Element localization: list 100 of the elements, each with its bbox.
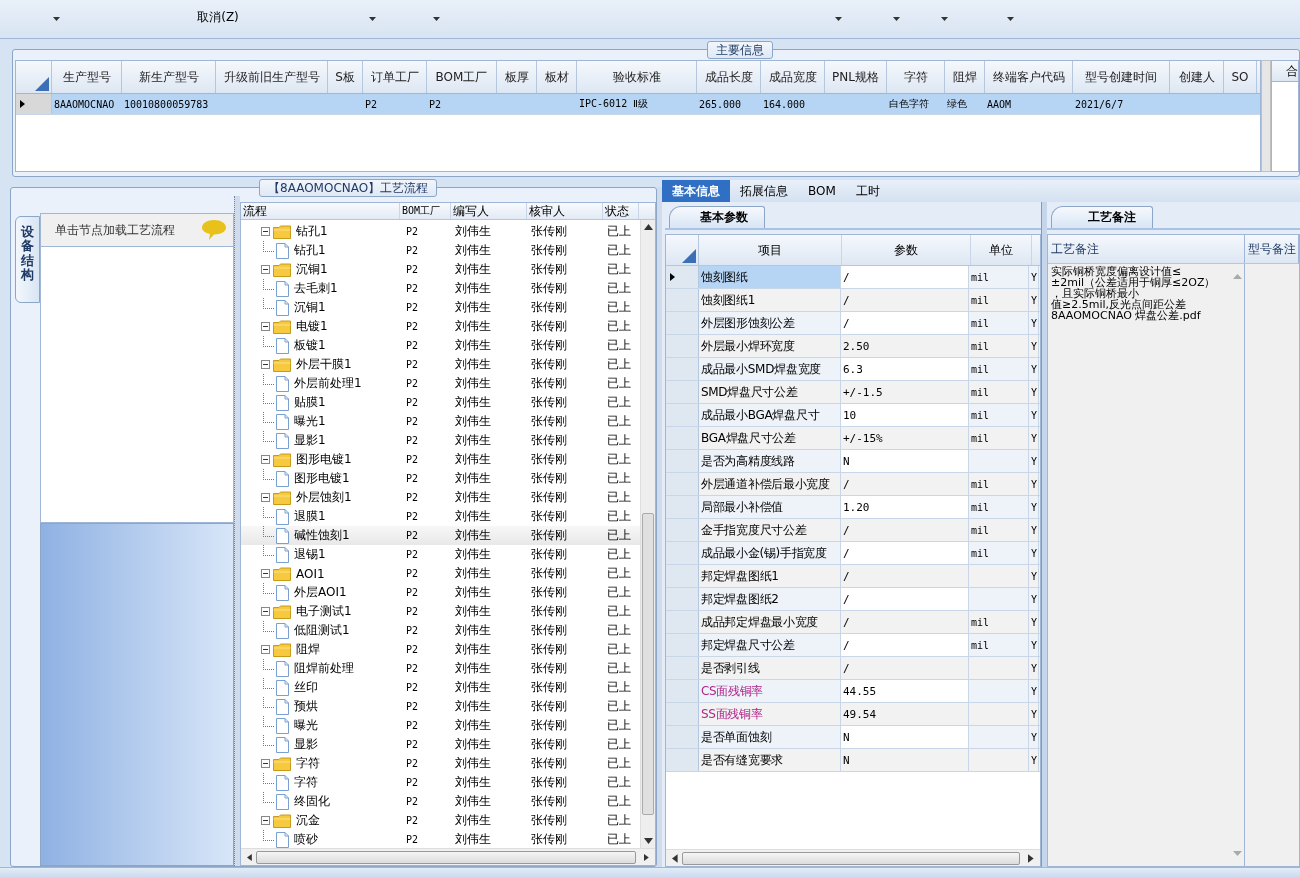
column-header[interactable]: 成品长度 bbox=[697, 61, 761, 93]
horizontal-scrollbar[interactable] bbox=[666, 849, 1040, 866]
tree-node-label[interactable]: 预烘 bbox=[294, 698, 318, 715]
tree-node-label[interactable]: 阻焊 bbox=[296, 641, 320, 658]
tree-node-label[interactable]: 钻孔1 bbox=[296, 223, 328, 240]
arrow-up-icon[interactable] bbox=[643, 224, 653, 230]
tree-node-label[interactable]: 外层干膜1 bbox=[296, 356, 352, 373]
arrow-down-icon[interactable] bbox=[643, 838, 653, 844]
tree-row[interactable]: 字符 P2 刘伟生 张传刚 已上 bbox=[241, 773, 640, 792]
column-header[interactable]: BOM工厂 bbox=[427, 61, 497, 93]
column-header[interactable]: 创建人 bbox=[1170, 61, 1224, 93]
tree-row[interactable]: 外层前处理1 P2 刘伟生 张传刚 已上 bbox=[241, 374, 640, 393]
column-header[interactable]: 型号备注 bbox=[1245, 235, 1299, 263]
tab[interactable]: 拓展信息 bbox=[730, 180, 798, 202]
column-header[interactable]: 升级前旧生产型号 bbox=[216, 61, 328, 93]
tree-node-label[interactable]: 字符 bbox=[296, 755, 320, 772]
column-header[interactable]: 流程 bbox=[241, 203, 400, 219]
row-header[interactable] bbox=[666, 266, 699, 288]
tree-node-label[interactable]: 丝印 bbox=[294, 679, 318, 696]
side-tab[interactable]: 设备结构 bbox=[15, 216, 40, 304]
tree-node-label[interactable]: 贴膜1 bbox=[294, 394, 326, 411]
column-header[interactable]: 阻焊 bbox=[945, 61, 985, 93]
tree-node-label[interactable]: 外层前处理1 bbox=[294, 375, 362, 392]
column-header[interactable]: PNL规格 bbox=[825, 61, 887, 93]
column-header[interactable]: 项目 bbox=[699, 235, 842, 265]
tree-node-label[interactable]: AOI1 bbox=[296, 566, 325, 581]
dropdown-caret-icon[interactable] bbox=[893, 17, 900, 21]
collapse-icon[interactable] bbox=[261, 759, 270, 768]
tree-row[interactable]: 外层蚀刻1 P2 刘伟生 张传刚 已上 bbox=[241, 488, 640, 507]
dropdown-caret-icon[interactable] bbox=[835, 17, 842, 21]
arrow-right-icon[interactable] bbox=[1028, 853, 1034, 863]
tree-node-label[interactable]: 外层AOI1 bbox=[294, 584, 347, 601]
tree-node-label[interactable]: 显影 bbox=[294, 736, 318, 753]
collapse-icon[interactable] bbox=[261, 322, 270, 331]
dropdown-caret-icon[interactable] bbox=[53, 17, 60, 21]
tree-row[interactable]: 显影1 P2 刘伟生 张传刚 已上 bbox=[241, 431, 640, 450]
tree-row[interactable]: 外层干膜1 P2 刘伟生 张传刚 已上 bbox=[241, 355, 640, 374]
tree-row[interactable]: 电镀1 P2 刘伟生 张传刚 已上 bbox=[241, 317, 640, 336]
tree-node-label[interactable]: 显影1 bbox=[294, 432, 326, 449]
arrow-right-icon[interactable] bbox=[644, 852, 649, 862]
tree-row[interactable]: 阻焊前处理 P2 刘伟生 张传刚 已上 bbox=[241, 659, 640, 678]
tree-node-label[interactable]: 板镀1 bbox=[294, 337, 326, 354]
scrollbar-thumb[interactable] bbox=[255, 850, 637, 864]
tree-row[interactable]: 图形电镀1 P2 刘伟生 张传刚 已上 bbox=[241, 450, 640, 469]
tree-node-label[interactable]: 碱性蚀刻1 bbox=[294, 527, 350, 544]
tree-node-label[interactable]: 喷砂 bbox=[294, 831, 318, 848]
splitter-handle[interactable] bbox=[657, 187, 662, 867]
cancel-button[interactable]: 取消(Z) bbox=[193, 8, 243, 26]
tree-row[interactable]: 贴膜1 P2 刘伟生 张传刚 已上 bbox=[241, 393, 640, 412]
tree-row[interactable]: 字符 P2 刘伟生 张传刚 已上 bbox=[241, 754, 640, 773]
tree-node-label[interactable]: 图形电镀1 bbox=[294, 470, 350, 487]
collapse-icon[interactable] bbox=[261, 265, 270, 274]
tree-row[interactable]: 去毛刺1 P2 刘伟生 张传刚 已上 bbox=[241, 279, 640, 298]
tree-row[interactable]: 板镀1 P2 刘伟生 张传刚 已上 bbox=[241, 336, 640, 355]
collapse-icon[interactable] bbox=[261, 360, 270, 369]
table-cell[interactable]: 蚀刻图纸 bbox=[699, 266, 841, 288]
tree-row[interactable]: 低阻测试1 P2 刘伟生 张传刚 已上 bbox=[241, 621, 640, 640]
column-header[interactable]: S板 bbox=[328, 61, 363, 93]
tree-row[interactable]: 曝光1 P2 刘伟生 张传刚 已上 bbox=[241, 412, 640, 431]
tree-row[interactable]: 丝印 P2 刘伟生 张传刚 已上 bbox=[241, 678, 640, 697]
tree-node-label[interactable]: 图形电镀1 bbox=[296, 451, 352, 468]
collapse-icon[interactable] bbox=[261, 816, 270, 825]
tree-node-label[interactable]: 低阻测试1 bbox=[294, 622, 350, 639]
scrollbar-thumb[interactable] bbox=[681, 851, 1021, 865]
tree-node-label[interactable]: 曝光1 bbox=[294, 413, 326, 430]
column-header[interactable]: 合 bbox=[1272, 61, 1298, 82]
horizontal-scrollbar[interactable] bbox=[241, 848, 655, 865]
tree-node-label[interactable]: 沉铜1 bbox=[296, 261, 328, 278]
tree-row[interactable]: 外层AOI1 P2 刘伟生 张传刚 已上 bbox=[241, 583, 640, 602]
tree-node-label[interactable]: 电镀1 bbox=[296, 318, 328, 335]
tree-row[interactable]: 终固化 P2 刘伟生 张传刚 已上 bbox=[241, 792, 640, 811]
column-header[interactable]: 编写人 bbox=[451, 203, 527, 219]
column-header[interactable]: 工艺备注 bbox=[1048, 235, 1245, 263]
collapse-icon[interactable] bbox=[261, 455, 270, 464]
column-header[interactable]: 验收标准 bbox=[577, 61, 697, 93]
column-header[interactable]: 订单工厂 bbox=[363, 61, 427, 93]
splitter-handle[interactable] bbox=[234, 196, 240, 866]
tree-node-label[interactable]: 沉铜1 bbox=[294, 299, 326, 316]
tree-row[interactable]: 曝光 P2 刘伟生 张传刚 已上 bbox=[241, 716, 640, 735]
dropdown-caret-icon[interactable] bbox=[369, 17, 376, 21]
tree-row[interactable]: 碱性蚀刻1 P2 刘伟生 张传刚 已上 bbox=[241, 526, 640, 545]
tree-row[interactable]: AOI1 P2 刘伟生 张传刚 已上 bbox=[241, 564, 640, 583]
tree-row[interactable]: 图形电镀1 P2 刘伟生 张传刚 已上 bbox=[241, 469, 640, 488]
column-header[interactable]: 生产型号 bbox=[52, 61, 122, 93]
tree-row[interactable]: 沉铜1 P2 刘伟生 张传刚 已上 bbox=[241, 260, 640, 279]
scrollbar-thumb[interactable] bbox=[642, 513, 654, 815]
tree-row[interactable]: 阻焊 P2 刘伟生 张传刚 已上 bbox=[241, 640, 640, 659]
tree-node-label[interactable]: 阻焊前处理 bbox=[294, 660, 354, 677]
dropdown-caret-icon[interactable] bbox=[433, 17, 440, 21]
collapse-icon[interactable] bbox=[261, 227, 270, 236]
vertical-scrollbar[interactable] bbox=[640, 220, 655, 848]
column-header[interactable]: 型号创建时间 bbox=[1073, 61, 1170, 93]
tree-row[interactable]: 显影 P2 刘伟生 张传刚 已上 bbox=[241, 735, 640, 754]
collapse-icon[interactable] bbox=[261, 645, 270, 654]
collapse-icon[interactable] bbox=[261, 493, 270, 502]
tree-row[interactable]: 沉铜1 P2 刘伟生 张传刚 已上 bbox=[241, 298, 640, 317]
dropdown-caret-icon[interactable] bbox=[1007, 17, 1014, 21]
tree-node-label[interactable]: 沉金 bbox=[296, 812, 320, 829]
arrow-left-icon[interactable] bbox=[672, 853, 678, 863]
dropdown-caret-icon[interactable] bbox=[941, 17, 948, 21]
